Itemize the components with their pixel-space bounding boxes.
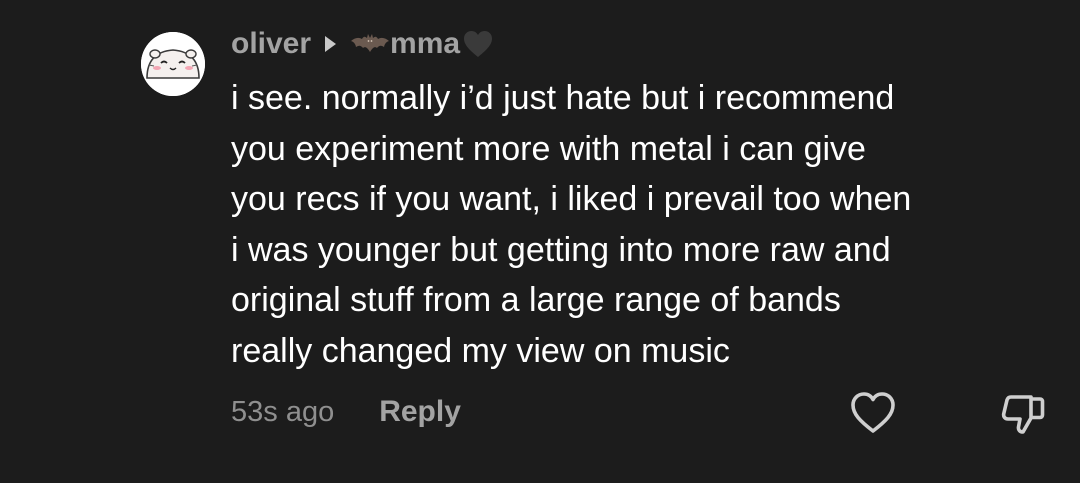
comment-line: original stuff from a large range of ban…: [231, 281, 841, 319]
avatar[interactable]: [141, 32, 205, 96]
hamster-avatar-icon: [141, 32, 205, 96]
triangle-right-icon: [325, 36, 337, 52]
comment-line: you experiment more with metal i can giv…: [231, 129, 866, 168]
comment-meta: 53s ago Reply: [231, 390, 461, 434]
comment-item: oliver mma i see. normally i’d just hate…: [0, 0, 1080, 483]
replied-to-username[interactable]: mma: [390, 27, 460, 61]
comment-line: i see. normally i’d just hate but i reco…: [231, 79, 895, 117]
comment-line: you recs if you want, i liked i prevail …: [231, 180, 912, 218]
bat-emoji-icon: [351, 34, 390, 52]
heart-outline-icon: [851, 392, 895, 433]
comment-line: i was younger but getting into more raw …: [231, 230, 891, 269]
comment-line: really changed my view on music: [231, 331, 730, 370]
reply-button[interactable]: Reply: [379, 395, 461, 429]
author-username[interactable]: oliver: [231, 27, 311, 61]
like-button[interactable]: [848, 388, 898, 438]
timestamp: 53s ago: [231, 395, 335, 428]
thumbs-down-outline-icon: [1001, 395, 1045, 434]
black-heart-emoji-icon: [464, 31, 493, 57]
comment-body: i see. normally i’d just hate but i reco…: [231, 73, 1051, 376]
comment-header: oliver mma: [231, 24, 494, 64]
dislike-button[interactable]: [997, 388, 1049, 440]
